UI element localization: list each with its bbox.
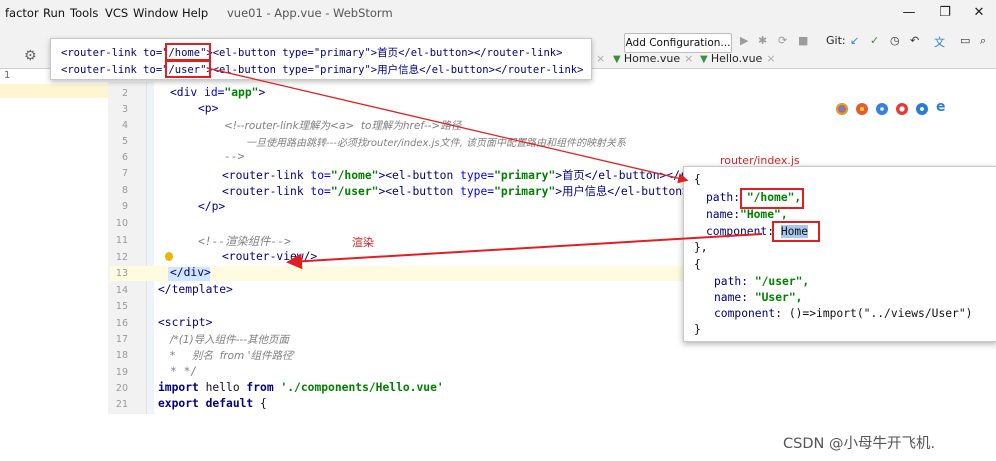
- arrow-render-to-view: [286, 233, 763, 270]
- annotation-arrows: [206, 67, 763, 270]
- watermark: CSDN @小母牛开飞机.: [783, 436, 936, 452]
- arrow-path-to-route: [206, 67, 689, 184]
